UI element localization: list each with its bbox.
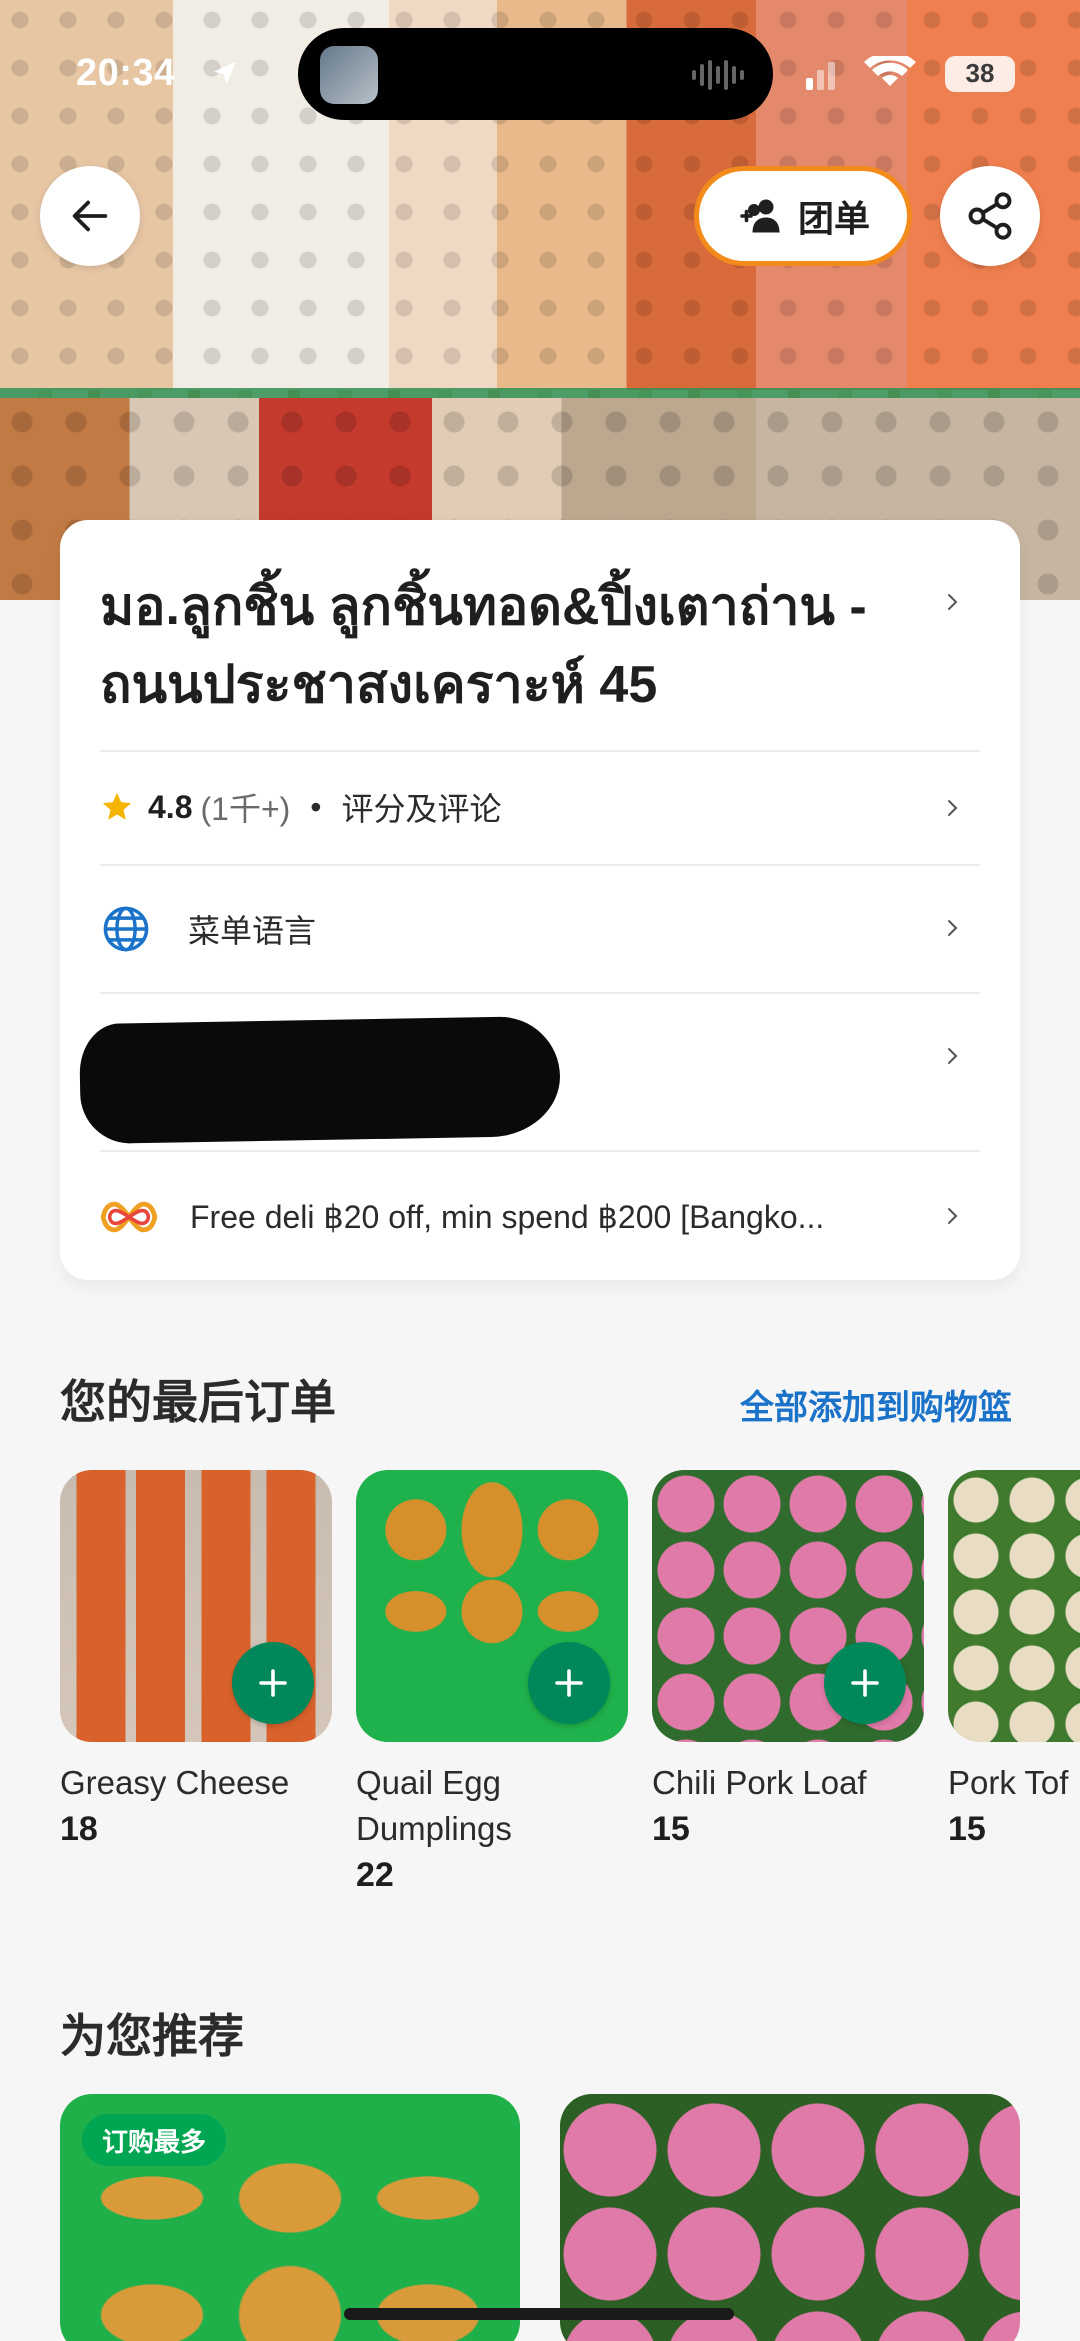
menu-language-row[interactable]: 菜单语言 <box>100 874 980 984</box>
chevron-right-icon <box>948 594 958 610</box>
add-item-button[interactable] <box>232 1642 314 1724</box>
plus-icon <box>555 1669 583 1697</box>
group-order-label: 团单 <box>797 198 870 239</box>
chevron-right-icon <box>948 920 958 936</box>
audio-wave-icon <box>692 60 744 90</box>
item-name: Greasy Cheese <box>60 1764 290 1801</box>
item-image <box>948 1470 1080 1742</box>
island-avatar <box>320 46 378 104</box>
location-arrow-icon <box>213 61 237 85</box>
restaurant-info-card: มอ.ลูกชิ้น ลูกชิ้นทอด&ปิ้งเตาถ่าน - ถนนป… <box>60 520 1020 1280</box>
restaurant-name: มอ.ลูกชิ้น ลูกชิ้นทอด&ปิ้งเตาถ่าน - ถนนป… <box>100 578 867 714</box>
rating-row[interactable]: 4.8 (1千+) • 评分及评论 <box>100 752 980 862</box>
rating-value: 4.8 <box>148 788 193 825</box>
star-icon <box>102 792 132 820</box>
most-ordered-badge: 订购最多 <box>82 2114 227 2166</box>
status-bar: 20:34 38 <box>0 0 1080 140</box>
menu-language-label: 菜单语言 <box>188 913 317 949</box>
recommended-title: 为您推荐 <box>60 2010 244 2062</box>
recommended-item[interactable]: 订购最多 <box>60 2094 520 2341</box>
separator-dot: • <box>310 788 322 825</box>
item-name: Pork Tof <box>948 1764 1069 1801</box>
item-image <box>652 1470 924 1742</box>
plus-icon <box>851 1669 879 1697</box>
plus-icon <box>259 1669 287 1697</box>
divider <box>100 1150 980 1152</box>
item-price: 18 <box>60 1810 98 1848</box>
redacted-info-row[interactable] <box>78 1015 562 1145</box>
last-orders-title: 您的最后订单 <box>60 1376 336 1428</box>
chevron-right-icon <box>948 1208 958 1224</box>
add-item-button[interactable] <box>528 1642 610 1724</box>
reviews-label: 评分及评论 <box>341 791 502 827</box>
battery-level: 38 <box>965 58 995 88</box>
group-order-button[interactable]: 团单 <box>694 166 912 266</box>
back-button[interactable] <box>40 166 140 266</box>
globe-icon <box>103 906 149 952</box>
divider <box>100 992 980 994</box>
add-people-icon <box>740 199 780 233</box>
recommended-item[interactable] <box>560 2094 1020 2341</box>
item-price: 15 <box>652 1810 690 1848</box>
share-button[interactable] <box>940 166 1040 266</box>
chevron-right-icon <box>948 800 958 816</box>
status-time: 20:34 <box>76 52 176 94</box>
order-item[interactable]: Quail Egg Dumplings 22 <box>356 1470 628 1895</box>
item-price: 15 <box>948 1810 986 1848</box>
chevron-right-icon <box>948 1048 958 1064</box>
order-item[interactable]: Pork Tof 15 <box>948 1470 1080 1849</box>
item-image <box>60 1470 332 1742</box>
item-name: Quail Egg Dumplings <box>356 1764 512 1847</box>
arrow-left-icon <box>72 200 108 232</box>
promo-text: Free deli ฿20 off, min spend ฿200 [Bangk… <box>190 1199 825 1235</box>
hero-shelf-edge <box>0 388 1080 398</box>
divider <box>100 864 980 866</box>
home-indicator <box>344 2308 734 2320</box>
item-image <box>356 1470 628 1742</box>
add-item-button[interactable] <box>824 1642 906 1724</box>
share-icon <box>968 192 1012 240</box>
order-item[interactable]: Chili Pork Loaf 15 <box>652 1470 924 1849</box>
item-name: Chili Pork Loaf <box>652 1764 867 1801</box>
item-price: 22 <box>356 1856 394 1894</box>
promo-row[interactable]: Free deli ฿20 off, min spend ฿200 [Bangk… <box>100 1162 980 1272</box>
battery-indicator: 38 <box>945 56 1015 92</box>
promo-loop-icon <box>100 1201 158 1233</box>
restaurant-title-row[interactable]: มอ.ลูกชิ้น ลูกชิ้นทอด&ปิ้งเตาถ่าน - ถนนป… <box>100 568 980 724</box>
add-all-to-basket-link[interactable]: 全部添加到购物篮 <box>740 1380 1012 1429</box>
order-item[interactable]: Greasy Cheese 18 <box>60 1470 332 1849</box>
rating-count: (1千+) <box>200 791 291 827</box>
